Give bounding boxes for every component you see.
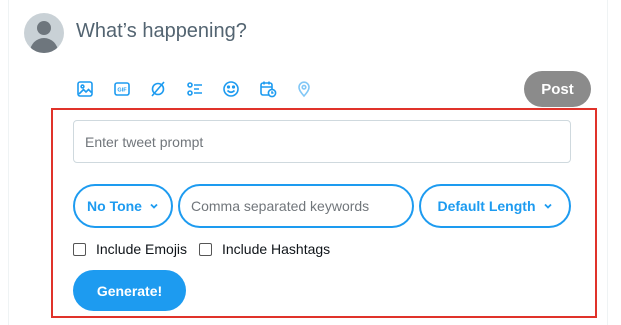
gif-icon[interactable]: GIF — [111, 78, 133, 100]
include-hashtags-label: Include Hashtags — [222, 241, 331, 257]
emoji-icon[interactable] — [220, 78, 242, 100]
length-dropdown-label: Default Length — [437, 198, 536, 214]
include-emojis-option[interactable]: Include Emojis — [73, 240, 187, 258]
include-hashtags-checkbox[interactable] — [199, 242, 212, 256]
include-emojis-label: Include Emojis — [96, 241, 188, 257]
avatar[interactable] — [24, 13, 64, 53]
poll-icon[interactable] — [184, 78, 206, 100]
include-emojis-checkbox[interactable] — [73, 242, 86, 256]
tweet-prompt-input[interactable] — [73, 120, 571, 163]
keywords-input[interactable] — [178, 184, 414, 228]
generate-button[interactable]: Generate! — [73, 270, 186, 311]
grok-icon[interactable] — [147, 78, 169, 100]
tone-dropdown[interactable]: No Tone — [73, 184, 173, 228]
svg-text:GIF: GIF — [117, 88, 127, 94]
length-dropdown[interactable]: Default Length — [419, 184, 571, 228]
timeline-border-left — [8, 0, 9, 325]
post-button[interactable]: Post — [524, 71, 591, 107]
chevron-down-icon — [543, 203, 552, 209]
include-hashtags-option[interactable]: Include Hashtags — [199, 240, 330, 258]
compose-toolbar: GIF — [74, 78, 330, 100]
tone-dropdown-label: No Tone — [87, 198, 142, 214]
timeline-border-right — [607, 0, 608, 325]
location-icon[interactable] — [293, 78, 315, 100]
chevron-down-icon — [150, 203, 158, 209]
compose-input[interactable]: What’s happening? — [76, 20, 247, 43]
avatar-head — [37, 21, 51, 35]
schedule-icon[interactable] — [257, 78, 279, 100]
avatar-body — [30, 38, 58, 53]
image-icon[interactable] — [74, 78, 96, 100]
